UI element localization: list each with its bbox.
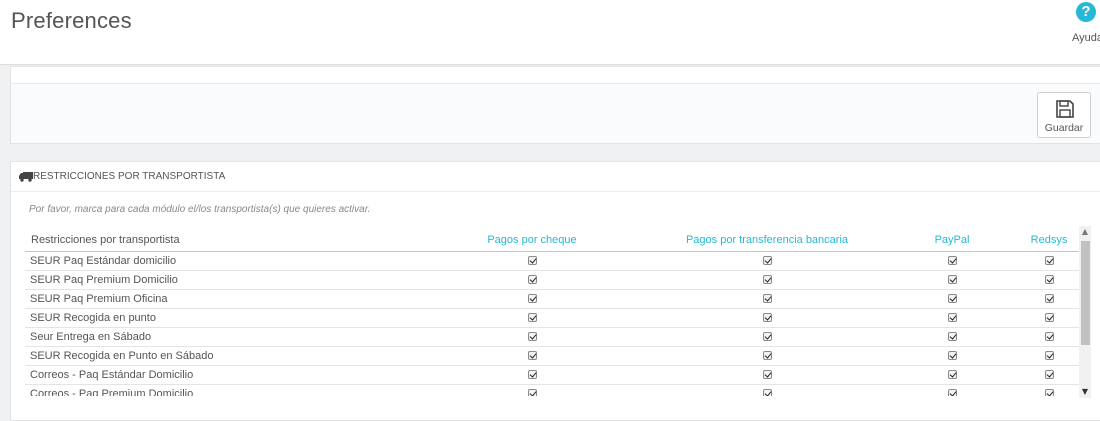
checkbox[interactable] (947, 369, 957, 379)
table-row: SEUR Paq Estándar domicilio (25, 251, 1081, 271)
table-row: Seur Entrega en Sábado (25, 327, 1081, 347)
checkbox[interactable] (527, 388, 537, 396)
restrictions-table-body: SEUR Paq Estándar domicilio SEUR Paq Pre… (25, 251, 1081, 396)
carrier-restrictions-panel: Restricciones por transportista Por favo… (10, 161, 1100, 421)
checkbox[interactable] (1044, 293, 1054, 303)
checkbox[interactable] (1044, 255, 1054, 265)
carrier-name: SEUR Paq Premium Oficina (25, 289, 417, 309)
checkbox[interactable] (947, 293, 957, 303)
scroll-up-arrow-icon[interactable]: ▲ (1079, 226, 1091, 238)
save-label: Guardar (1044, 122, 1084, 134)
checkbox[interactable] (527, 255, 537, 265)
toolbar-panel: Guardar (10, 66, 1100, 144)
checkbox[interactable] (762, 331, 772, 341)
table-row: SEUR Recogida en Punto en Sábado (25, 346, 1081, 366)
restrictions-table-wrapper: Restricciones por transportista Pagos po… (25, 228, 1081, 396)
table-row: SEUR Paq Premium Oficina (25, 289, 1081, 309)
column-header-carrier: Restricciones por transportista (25, 228, 417, 252)
checkbox[interactable] (762, 312, 772, 322)
help-text: Por favor, marca para cada módulo el/los… (29, 204, 371, 215)
carrier-name: SEUR Paq Premium Domicilio (25, 270, 417, 290)
checkbox[interactable] (527, 350, 537, 360)
table-header-row: Restricciones por transportista Pagos po… (25, 228, 1081, 252)
checkbox[interactable] (762, 293, 772, 303)
scrollbar-thumb[interactable] (1081, 241, 1090, 345)
truck-icon (19, 172, 33, 182)
page-header: Preferences ? Ayuda (0, 0, 1100, 65)
floppy-disk-icon (1056, 100, 1074, 118)
checkbox[interactable] (762, 274, 772, 284)
checkbox[interactable] (947, 312, 957, 322)
help-button[interactable]: ? Ayuda (1066, 2, 1100, 52)
scroll-down-arrow-icon[interactable]: ▼ (1079, 386, 1091, 398)
toolbar-footer: Guardar (11, 83, 1100, 143)
checkbox[interactable] (947, 255, 957, 265)
checkbox[interactable] (947, 274, 957, 284)
checkbox[interactable] (1044, 350, 1054, 360)
checkbox[interactable] (1044, 274, 1054, 284)
checkbox[interactable] (527, 274, 537, 284)
help-icon[interactable]: ? (1076, 2, 1096, 22)
checkbox[interactable] (947, 331, 957, 341)
checkbox[interactable] (762, 255, 772, 265)
table-row: Correos - Paq Premium Domicilio (25, 384, 1081, 396)
table-row: SEUR Recogida en punto (25, 308, 1081, 328)
help-label[interactable]: Ayuda (1072, 32, 1100, 44)
checkbox[interactable] (1044, 312, 1054, 322)
checkbox[interactable] (762, 369, 772, 379)
checkbox[interactable] (527, 331, 537, 341)
carrier-name: SEUR Recogida en punto (25, 308, 417, 328)
table-row: Correos - Paq Estándar Domicilio (25, 365, 1081, 385)
carrier-name: Seur Entrega en Sábado (25, 327, 417, 347)
checkbox[interactable] (1044, 388, 1054, 396)
restrictions-table: Restricciones por transportista Pagos po… (25, 228, 1081, 396)
checkbox[interactable] (527, 369, 537, 379)
checkbox[interactable] (1044, 369, 1054, 379)
carrier-name: Correos - Paq Premium Domicilio (25, 384, 417, 396)
carrier-name: SEUR Recogida en Punto en Sábado (25, 346, 417, 366)
save-button[interactable]: Guardar (1037, 92, 1091, 138)
panel-heading-text: Restricciones por transportista (33, 171, 226, 182)
checkbox[interactable] (762, 388, 772, 396)
checkbox[interactable] (762, 350, 772, 360)
page-title: Preferences (11, 8, 132, 33)
checkbox[interactable] (1044, 331, 1054, 341)
column-header-redsys[interactable]: Redsys (1017, 228, 1081, 252)
checkbox[interactable] (527, 293, 537, 303)
column-header-cheque[interactable]: Pagos por cheque (417, 228, 647, 252)
table-row: SEUR Paq Premium Domicilio (25, 270, 1081, 290)
carrier-name: Correos - Paq Estándar Domicilio (25, 365, 417, 385)
checkbox[interactable] (527, 312, 537, 322)
checkbox[interactable] (947, 388, 957, 396)
panel-heading: Restricciones por transportista (11, 162, 1100, 192)
column-header-paypal[interactable]: PayPal (887, 228, 1017, 252)
carrier-name: SEUR Paq Estándar domicilio (25, 251, 417, 271)
table-scrollbar[interactable]: ▲ ▼ (1079, 226, 1091, 398)
checkbox[interactable] (947, 350, 957, 360)
column-header-bank-transfer[interactable]: Pagos por transferencia bancaria (647, 228, 887, 252)
